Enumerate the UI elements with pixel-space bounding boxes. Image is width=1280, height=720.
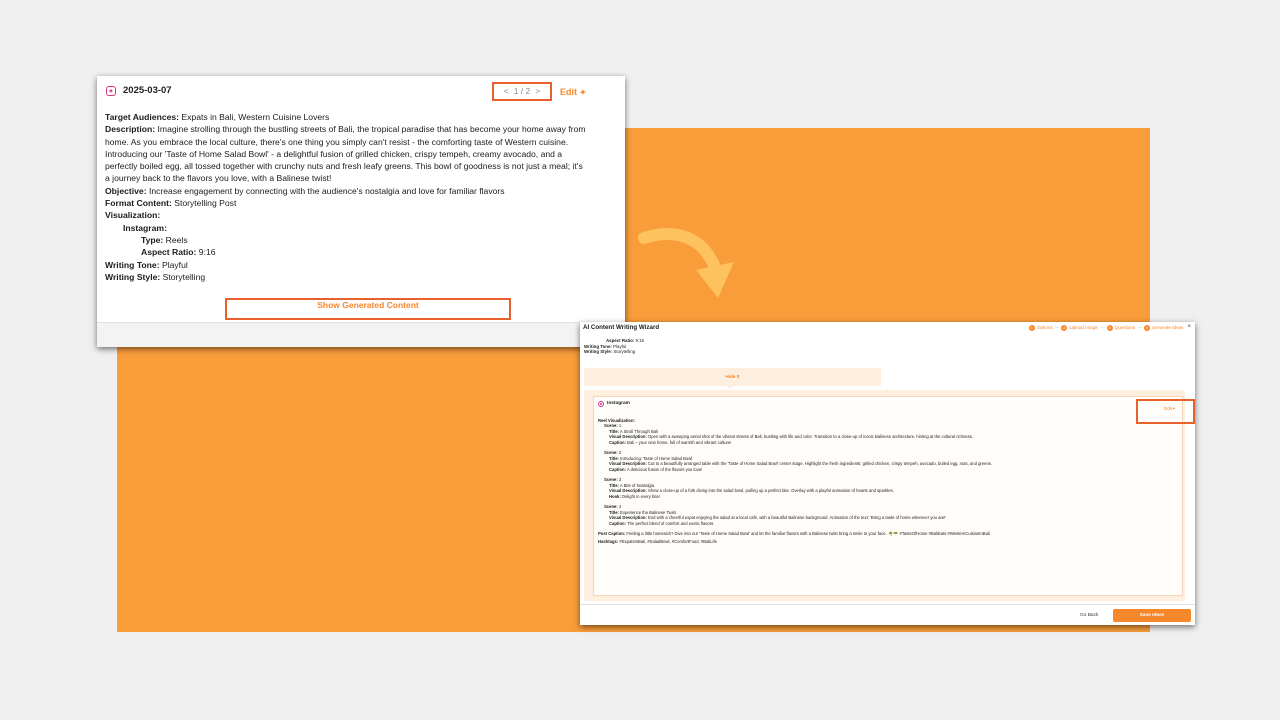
step-generate-ideas[interactable]: Generate Ideas: [1152, 325, 1184, 330]
post-date: 2025-03-07: [123, 85, 172, 96]
aspect-ratio-row: Aspect Ratio: 9:16: [141, 247, 216, 258]
target-audiences-row: Target Audiences: Expats in Bali, Wester…: [105, 112, 330, 122]
close-icon[interactable]: ×: [1187, 324, 1191, 330]
step-1-number: 1: [1028, 325, 1035, 331]
objective-row: Objective: Increase engagement by connec…: [105, 185, 505, 196]
format-content-row: Format Content: Storytelling Post: [105, 198, 237, 209]
instagram-icon: [598, 401, 604, 407]
step-3-number: 3: [1106, 325, 1113, 331]
curved-arrow-icon: [638, 228, 734, 298]
content-idea-card: 2025-03-07 < 1 / 2 > Edit ✦ Target Audie…: [97, 76, 625, 347]
card-body: Target Audiences: Expats in Bali, Wester…: [105, 111, 589, 283]
wizard-steps: 1 Options — 2 Upload Image — 3 Questions…: [1028, 324, 1191, 331]
type-row: Type: Reels: [141, 234, 188, 245]
save-ideas-button[interactable]: Save Ideas: [1113, 609, 1191, 622]
wizard-footer: Go Back Save Ideas: [580, 604, 1195, 625]
step-divider: —: [1137, 325, 1142, 331]
writing-tone-row: Writing Tone: Playful: [105, 259, 188, 270]
pagination: < 1 / 2 >: [492, 82, 552, 101]
step-2-number: 2: [1061, 325, 1068, 331]
step-upload-image[interactable]: Upload Image: [1069, 325, 1098, 330]
prev-page-button[interactable]: <: [504, 85, 509, 97]
instagram-icon: [106, 86, 116, 96]
description-row: Description: Imagine strolling through t…: [105, 124, 586, 184]
edit-button[interactable]: Edit ✦: [560, 86, 586, 99]
go-back-button[interactable]: Go Back: [1080, 613, 1098, 618]
writing-style-row: Writing Style: Storytelling: [105, 271, 206, 282]
sparkle-icon: ✦: [1171, 406, 1176, 411]
step-4-number: 4: [1143, 325, 1150, 331]
edit-label: Edit: [560, 87, 577, 97]
generated-content-body: Reel Visualization: Scene: 1 Title: A St…: [598, 418, 1158, 544]
step-divider: —: [1099, 325, 1105, 331]
generated-content-card: Instagram Edit✦ Reel Visualization: Scen…: [593, 396, 1195, 596]
show-generated-content-button[interactable]: Show Generated Content: [225, 298, 511, 320]
step-options[interactable]: Options: [1037, 325, 1053, 330]
sparkle-icon: ✦: [579, 88, 587, 97]
platform-label: Instagram: [607, 401, 630, 406]
step-questions[interactable]: Questions: [1115, 325, 1136, 330]
step-divider: —: [1054, 325, 1060, 331]
instagram-heading: Instagram:: [123, 222, 167, 233]
card-header: 2025-03-07 < 1 / 2 > Edit ✦: [97, 76, 625, 106]
generated-content-panel: Instagram Edit✦ Reel Visualization: Scen…: [584, 390, 1195, 601]
writing-style-row: Writing Style: Storytelling: [584, 349, 636, 355]
card-footer: [97, 322, 625, 347]
page-indicator: 1 / 2: [513, 86, 531, 97]
idea-summary: Aspect Ratio: 9:16 Writing Tone: Playful…: [584, 338, 880, 355]
edit-label: Edit: [1164, 406, 1172, 411]
visualization-heading: Visualization:: [105, 210, 161, 221]
hashtags-row: Hashtags: #ExpatsInBali, #SaladBowl, #Co…: [598, 538, 717, 544]
next-page-button[interactable]: >: [535, 85, 540, 97]
wizard-title: AI Content Writing Wizard: [583, 324, 660, 331]
content-writing-wizard: AI Content Writing Wizard 1 Options — 2 …: [580, 322, 1195, 625]
hide-it-button[interactable]: Hide It: [584, 368, 881, 386]
pointer-notch: [726, 386, 734, 389]
